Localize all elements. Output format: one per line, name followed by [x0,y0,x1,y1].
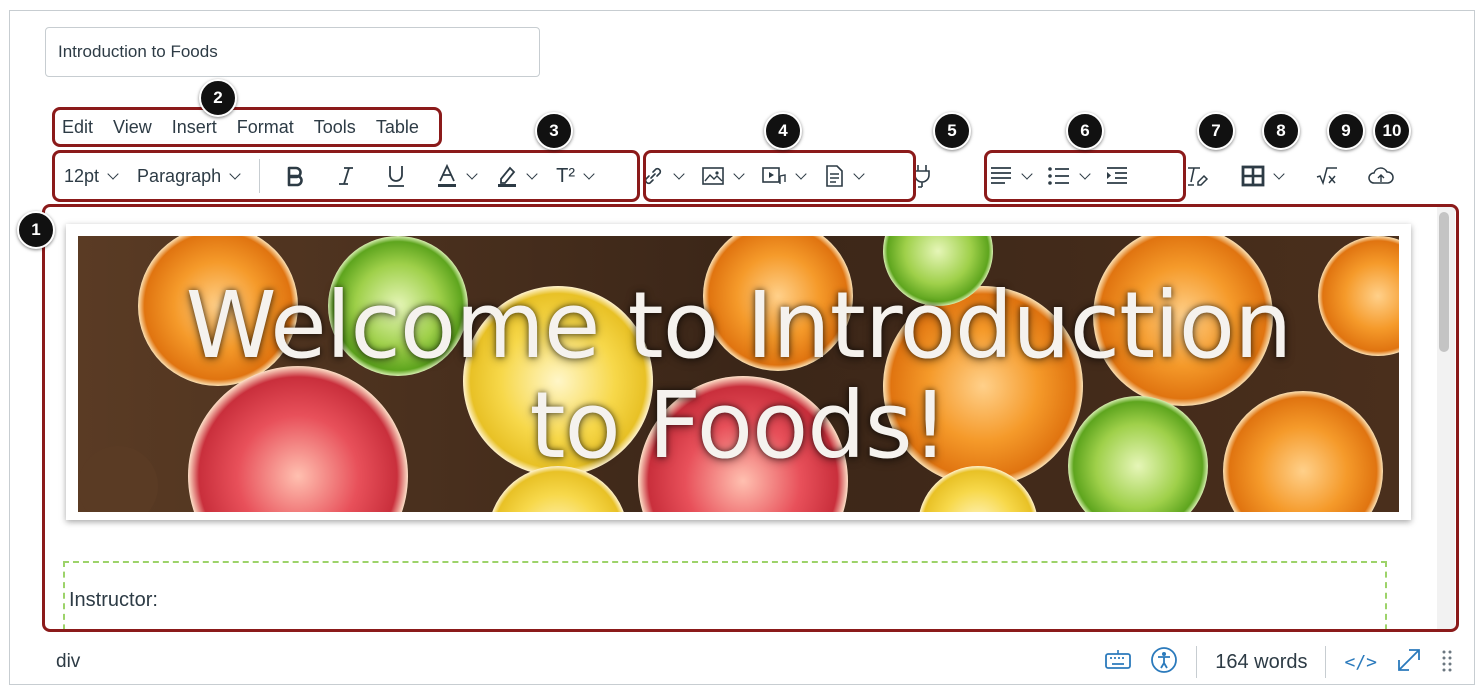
accessibility-icon [1151,646,1178,673]
callout-badge-8: 8 [1262,112,1300,150]
callout-badge-3: 3 [535,112,573,150]
math-equation-button[interactable] [1315,156,1339,196]
callout-badge-2: 2 [199,79,237,117]
callout-badge-10: 10 [1373,112,1411,150]
cloud-upload-button[interactable] [1367,156,1395,196]
keyboard-icon [1105,649,1132,669]
word-count[interactable]: 164 words [1215,651,1307,674]
callout-badge-4: 4 [764,112,802,150]
clear-formatting-icon [1188,167,1209,186]
callout-outline-formatting [52,150,640,202]
callout-badge-7: 7 [1197,112,1235,150]
fullscreen-button[interactable] [1395,646,1423,679]
clear-formatting-button[interactable] [1185,156,1209,196]
callout-outline-menubar [52,107,442,147]
callout-badge-6: 6 [1066,112,1104,150]
callout-outline-paragraph [984,150,1186,202]
callout-badge-5: 5 [933,112,971,150]
callout-badge-9: 9 [1327,112,1365,150]
table-icon [1241,165,1265,187]
accessibility-checker-button[interactable] [1150,646,1178,679]
callout-outline-content [42,204,1459,632]
status-divider [1196,646,1198,678]
status-bar-actions: 164 words </> [1104,646,1453,679]
chevron-down-icon [1273,167,1285,180]
square-root-icon [1316,167,1337,186]
keyboard-shortcuts-button[interactable] [1104,649,1132,676]
callout-badge-1: 1 [17,211,55,249]
status-bar: div 164 words </> [10,640,1475,684]
expand-icon [1398,648,1420,671]
element-path[interactable]: div [56,651,80,673]
resize-handle[interactable] [1441,648,1453,677]
table-dropdown[interactable] [1241,156,1285,196]
page-title-input[interactable] [45,27,540,77]
status-divider [1325,646,1327,678]
html-editor-toggle[interactable]: </> [1344,652,1377,673]
drag-handle-icon [1442,650,1452,671]
callout-outline-insert [643,150,916,202]
cloud-icon [1368,167,1394,184]
